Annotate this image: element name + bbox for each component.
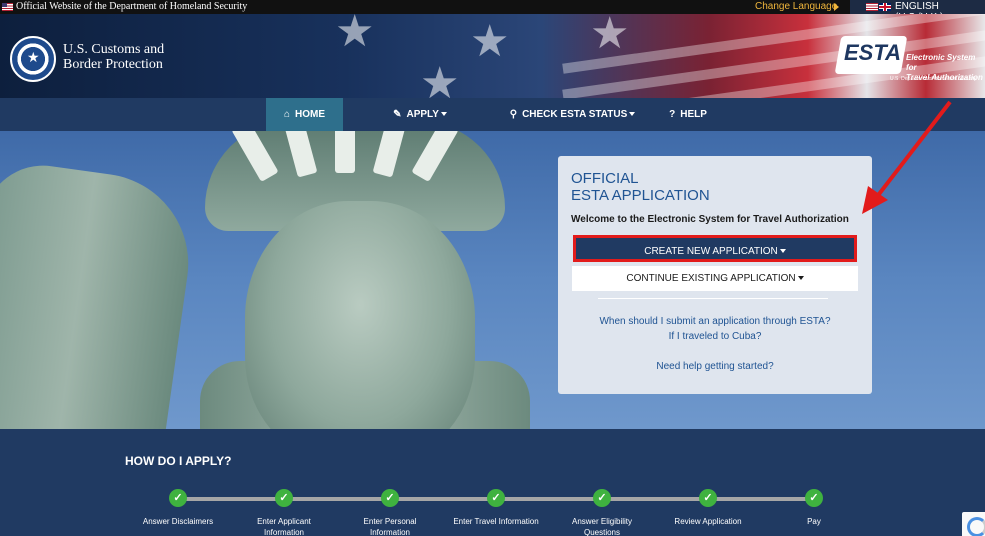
nav-apply-label: APPLY — [406, 109, 439, 120]
step-enter-personal-information: ✓ Enter Personal Information — [335, 489, 445, 536]
crown-window — [231, 131, 279, 182]
star-icon: ★ — [470, 17, 510, 66]
create-new-application-button[interactable]: CREATE NEW APPLICATION — [573, 235, 857, 262]
cbp-logo-text[interactable]: U.S. Customs and Border Protection — [63, 42, 164, 72]
create-new-application-label: CREATE NEW APPLICATION — [644, 246, 778, 257]
esta-logo[interactable]: ESTA Electronic System for Travel Author… — [834, 34, 985, 98]
arrow-shaft — [874, 100, 952, 200]
check-icon: ✓ — [381, 489, 399, 507]
esta-logo-word: ESTA — [844, 40, 902, 65]
caret-right-icon — [834, 3, 839, 11]
step-label-line2: Information — [369, 528, 411, 536]
step-label: Enter Travel Information — [441, 516, 551, 527]
step-label-line1: Answer Disclaimers — [142, 517, 214, 526]
step-label-line1: Answer Eligibility — [571, 517, 633, 526]
dhs-seal-logo[interactable] — [10, 36, 56, 82]
link-traveled-cuba[interactable]: If I traveled to Cuba? — [558, 331, 872, 342]
check-icon: ✓ — [805, 489, 823, 507]
step-answer-disclaimers: ✓ Answer Disclaimers — [123, 489, 233, 527]
statue-face-image — [245, 201, 475, 429]
search-icon: ⚲ — [509, 109, 518, 120]
official-website-text: Official Website of the Department of Ho… — [16, 1, 248, 12]
step-label-line1: Pay — [807, 517, 821, 526]
step-label-line1: Enter Applicant — [257, 517, 311, 526]
agency-line2: Border Protection — [63, 57, 163, 72]
step-enter-travel-information: ✓ Enter Travel Information — [441, 489, 551, 527]
step-label: Answer Disclaimers — [123, 516, 233, 527]
esta-line1: Electronic System for — [906, 53, 976, 72]
step-label: Enter Personal Information — [335, 516, 445, 536]
step-label-line2: Information — [263, 528, 305, 536]
agency-line1: U.S. Customs and — [63, 42, 165, 57]
caret-down-icon — [797, 276, 804, 281]
link-need-help[interactable]: Need help getting started? — [558, 361, 872, 372]
nav-help[interactable]: ? HELP — [660, 98, 716, 131]
step-label-line1: Enter Travel Information — [453, 517, 539, 526]
caret-down-icon — [440, 112, 447, 117]
us-flag-icon — [866, 3, 878, 11]
panel-title-line1: OFFICIAL — [571, 170, 639, 187]
star-icon: ★ — [590, 14, 630, 58]
check-icon: ✓ — [275, 489, 293, 507]
official-banner: Official Website of the Department of Ho… — [0, 0, 985, 23]
home-icon: ⌂ — [283, 109, 291, 120]
step-label-line2: Questions — [583, 528, 621, 536]
caret-down-icon — [629, 112, 636, 117]
step-label: Answer Eligibility Questions — [547, 516, 657, 536]
question-icon: ? — [669, 109, 676, 120]
link-when-submit[interactable]: When should I submit an application thro… — [558, 316, 872, 327]
nav-check-status-label: CHECK ESTA STATUS — [522, 109, 628, 120]
nav-help-label: HELP — [680, 109, 707, 120]
us-flag-icon — [2, 3, 13, 11]
check-icon: ✓ — [487, 489, 505, 507]
step-answer-eligibility-questions: ✓ Answer Eligibility Questions — [547, 489, 657, 536]
crown-window — [335, 131, 355, 173]
step-label: Enter Applicant Information — [229, 516, 339, 536]
how-title: HOW DO I APPLY? — [125, 454, 232, 468]
nav-home-label: HOME — [295, 109, 326, 120]
continue-existing-application-label: CONTINUE EXISTING APPLICATION — [626, 273, 796, 284]
step-label: Review Application — [653, 516, 763, 527]
uk-flag-icon — [879, 3, 891, 11]
crown-window — [282, 131, 318, 178]
step-label: Pay — [759, 516, 869, 527]
panel-title-line2: ESTA APPLICATION — [571, 187, 710, 204]
site-header: ★ ★ ★ ★ U.S. Customs and Border Protecti… — [0, 14, 985, 98]
nav-apply[interactable]: ✎ APPLY — [380, 98, 460, 131]
crown-window — [372, 131, 408, 178]
star-icon: ★ — [335, 14, 375, 56]
step-label-line1: Enter Personal — [363, 517, 417, 526]
statue-arm-image — [0, 157, 200, 429]
main-nav: ⌂ HOME ✎ APPLY ⚲ CHECK ESTA STATUS ? HELP — [0, 98, 985, 131]
pencil-icon: ✎ — [393, 109, 402, 120]
caret-down-icon — [779, 249, 786, 254]
step-pay: ✓ Pay — [759, 489, 869, 527]
esta-application-panel: OFFICIAL ESTA APPLICATION Welcome to the… — [558, 156, 872, 394]
check-icon: ✓ — [169, 489, 187, 507]
step-label-line1: Review Application — [674, 517, 742, 526]
recaptcha-badge-icon[interactable] — [962, 512, 985, 536]
how-do-i-apply-section: HOW DO I APPLY? ✓ Answer Disclaimers ✓ E… — [0, 429, 985, 536]
red-arrow-annotation — [862, 100, 952, 214]
check-icon: ✓ — [699, 489, 717, 507]
nav-home[interactable]: ⌂ HOME — [266, 98, 343, 131]
welcome-text: Welcome to the Electronic System for Tra… — [571, 214, 849, 225]
continue-existing-application-button[interactable]: CONTINUE EXISTING APPLICATION — [572, 266, 858, 291]
star-icon: ★ — [420, 59, 460, 98]
esta-dhs-text: U.S. Department of Homeland Security — [890, 76, 977, 82]
change-language-link[interactable]: Change Language — [755, 1, 837, 12]
nav-check-status[interactable]: ⚲ CHECK ESTA STATUS — [505, 98, 640, 131]
check-icon: ✓ — [593, 489, 611, 507]
panel-divider — [598, 298, 828, 299]
step-review-application: ✓ Review Application — [653, 489, 763, 527]
step-enter-applicant-information: ✓ Enter Applicant Information — [229, 489, 339, 536]
crown-window — [411, 131, 459, 182]
